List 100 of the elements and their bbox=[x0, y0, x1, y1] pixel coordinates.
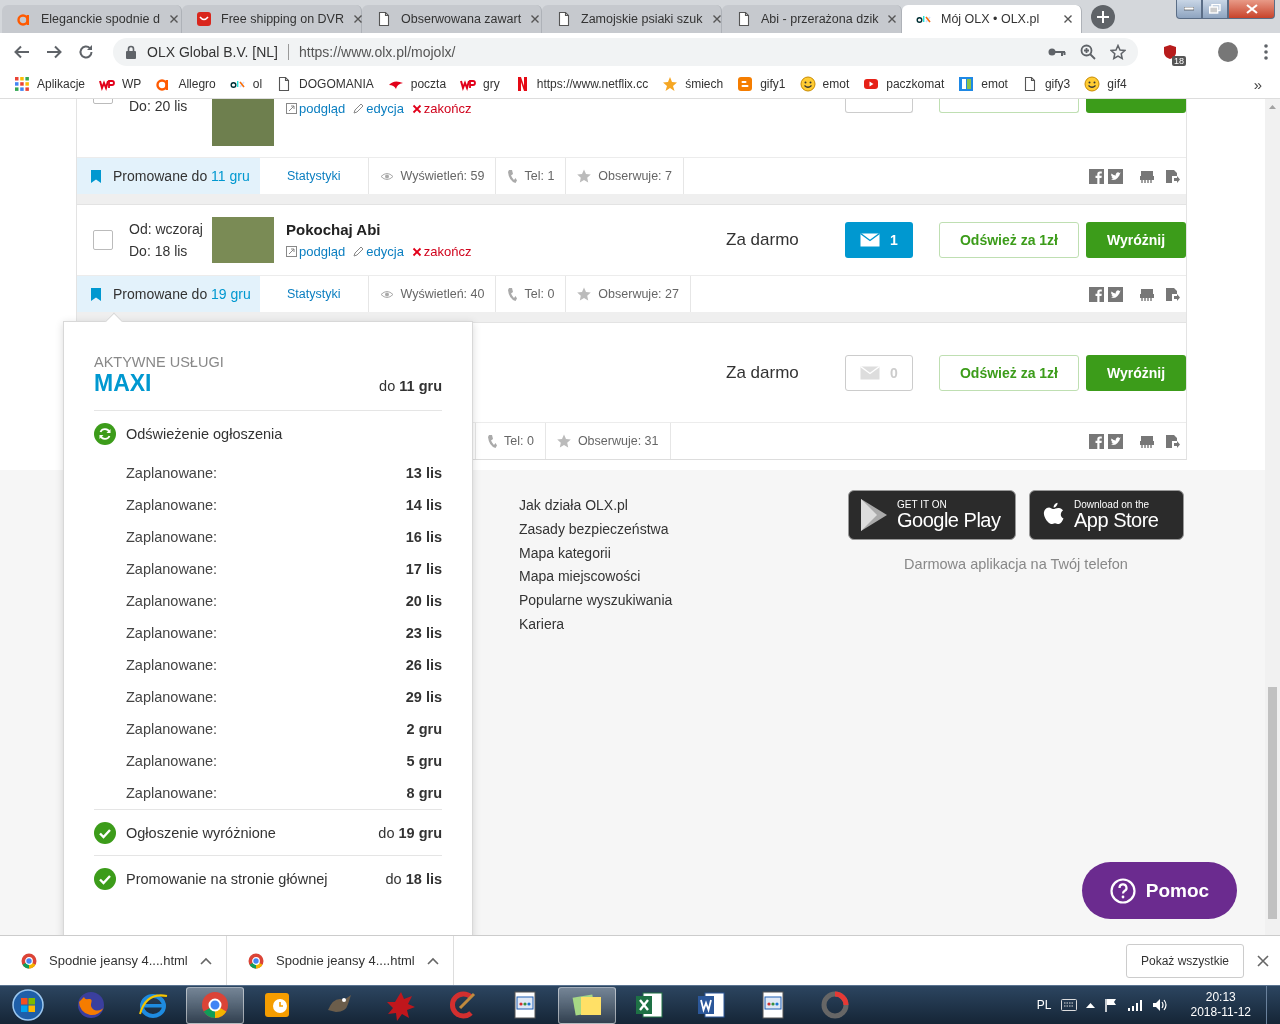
facebook-icon[interactable] bbox=[1089, 168, 1104, 184]
browser-tab[interactable]: Free shipping on DVR bbox=[182, 5, 362, 33]
clock-date[interactable]: 2018-11-12 bbox=[1190, 1005, 1251, 1020]
bookmark[interactable]: DOGOMANIA bbox=[299, 77, 374, 91]
more-bookmarks-button[interactable]: » bbox=[1253, 75, 1262, 93]
tab-title[interactable]: Eleganckie spodnie d bbox=[41, 12, 160, 26]
facebook-icon[interactable] bbox=[1089, 286, 1104, 302]
statistics-link[interactable]: Statystyki bbox=[271, 169, 357, 183]
refresh-button[interactable]: Odśwież za 1zł bbox=[939, 222, 1079, 258]
shield-icon[interactable] bbox=[1162, 43, 1178, 60]
highlight-button[interactable]: Wyróżnij bbox=[1086, 222, 1186, 258]
bookmark[interactable]: gify3 bbox=[1044, 77, 1071, 91]
footer-link[interactable]: Zasady bezpieczeństwa bbox=[519, 517, 848, 542]
new-tab-icon[interactable] bbox=[1090, 3, 1116, 30]
export-icon[interactable] bbox=[1165, 168, 1180, 184]
star-icon[interactable] bbox=[1110, 43, 1126, 60]
url-text[interactable]: https://www.olx.pl/mojolx/ bbox=[299, 43, 456, 60]
menu-icon[interactable] bbox=[1264, 43, 1268, 60]
tab-title[interactable]: Mój OLX • OLX.pl bbox=[941, 12, 1054, 26]
action-link[interactable]: podgląd bbox=[299, 101, 346, 116]
bookmark[interactable]: gry bbox=[483, 77, 500, 91]
signal-icon[interactable] bbox=[1126, 998, 1143, 1012]
clock-time[interactable]: 20:13 bbox=[1205, 990, 1236, 1005]
bookmark[interactable]: paczkomat bbox=[886, 77, 945, 91]
close-icon[interactable] bbox=[1257, 954, 1269, 967]
zoom-icon[interactable] bbox=[1080, 43, 1096, 60]
footer-link[interactable]: Jak działa OLX.pl bbox=[519, 494, 848, 518]
download-filename[interactable]: Spodnie jeansy 4....html bbox=[49, 953, 188, 968]
listing-title[interactable]: Pokochaj Abi bbox=[286, 221, 726, 238]
close-icon[interactable] bbox=[1063, 14, 1073, 24]
action-link[interactable]: edycja bbox=[366, 244, 404, 259]
taskbar-button[interactable] bbox=[186, 986, 244, 1024]
footer-link[interactable]: Kariera bbox=[519, 613, 848, 637]
bookmark[interactable]: gify1 bbox=[760, 77, 786, 91]
tab-title[interactable]: Zamojskie psiaki szuk bbox=[581, 12, 703, 26]
twitter-icon[interactable] bbox=[1108, 168, 1123, 184]
store-badge[interactable]: GET IT ON Google Play bbox=[848, 490, 1016, 540]
export-icon[interactable] bbox=[1165, 286, 1180, 302]
avatar[interactable] bbox=[1218, 41, 1238, 62]
keyboard-icon[interactable] bbox=[1060, 999, 1077, 1011]
browser-tab[interactable]: Abi - przerażona dzik bbox=[722, 5, 902, 33]
language-indicator[interactable]: PL bbox=[1036, 998, 1052, 1012]
taskbar-button[interactable] bbox=[558, 986, 616, 1024]
close-icon[interactable] bbox=[353, 14, 363, 24]
flag-icon[interactable] bbox=[1103, 998, 1118, 1012]
close-icon[interactable] bbox=[168, 14, 179, 24]
bookmark[interactable]: emot bbox=[981, 77, 1008, 91]
store-badge[interactable]: Download on the App Store bbox=[1029, 490, 1184, 540]
bookmark[interactable]: śmiech bbox=[685, 77, 724, 91]
export-icon[interactable] bbox=[1165, 433, 1180, 449]
twitter-icon[interactable] bbox=[1108, 286, 1123, 302]
footer-link[interactable]: Mapa kategorii bbox=[519, 541, 848, 566]
action-link[interactable]: zakończ bbox=[423, 101, 472, 116]
browser-tab[interactable]: Eleganckie spodnie d bbox=[2, 5, 182, 33]
scrollbar-thumb[interactable] bbox=[1268, 687, 1277, 919]
action-link[interactable]: edycja bbox=[366, 101, 404, 116]
help-button[interactable]: Pomoc bbox=[1082, 862, 1237, 919]
facebook-icon[interactable] bbox=[1089, 433, 1104, 449]
action-link[interactable]: zakończ bbox=[423, 244, 472, 259]
highlight-button[interactable]: Wyróżnij bbox=[1086, 354, 1186, 391]
bookmark[interactable]: poczta bbox=[410, 77, 447, 91]
tab-title[interactable]: Obserwowana zawart bbox=[401, 12, 522, 26]
print-icon[interactable] bbox=[1139, 434, 1155, 448]
close-button[interactable] bbox=[1228, 0, 1275, 19]
footer-link[interactable]: Popularne wyszukiwania bbox=[519, 589, 848, 613]
show-hidden-icon[interactable] bbox=[1085, 1002, 1095, 1008]
volume-icon[interactable] bbox=[1151, 998, 1168, 1012]
print-icon[interactable] bbox=[1139, 287, 1155, 301]
browser-tab[interactable]: Mój OLX • OLX.pl bbox=[902, 5, 1082, 33]
tab-title[interactable]: Free shipping on DVR bbox=[221, 12, 344, 26]
caret-icon[interactable] bbox=[200, 956, 212, 965]
maximize-button[interactable] bbox=[1202, 0, 1228, 19]
print-icon[interactable] bbox=[1139, 169, 1155, 183]
browser-tab[interactable]: Obserwowana zawart bbox=[362, 5, 542, 33]
bag-icon bbox=[196, 11, 212, 27]
checkbox[interactable] bbox=[93, 230, 113, 250]
show-all-button[interactable]: Pokaż wszystkie bbox=[1125, 943, 1244, 978]
bookmark[interactable]: emot bbox=[822, 77, 850, 91]
browser-tab[interactable]: Zamojskie psiaki szuk bbox=[542, 5, 722, 33]
minimize-button[interactable] bbox=[1176, 0, 1202, 19]
action-link[interactable]: podgląd bbox=[299, 244, 346, 259]
close-icon[interactable] bbox=[530, 14, 541, 24]
bookmark[interactable]: Aplikacje bbox=[37, 77, 86, 91]
refresh-button[interactable]: Odśwież za 1zł bbox=[939, 354, 1079, 391]
caret-icon[interactable] bbox=[427, 956, 439, 965]
bookmark[interactable]: WP bbox=[122, 77, 142, 91]
bookmark[interactable]: ol bbox=[252, 77, 263, 91]
bookmark[interactable]: https://www.netflix.cc bbox=[536, 77, 649, 91]
footer-link[interactable]: Mapa miejscowości bbox=[519, 565, 848, 590]
download-filename[interactable]: Spodnie jeansy 4....html bbox=[276, 953, 415, 968]
bookmark[interactable]: gif4 bbox=[1107, 77, 1127, 91]
close-icon[interactable] bbox=[887, 14, 898, 24]
bookmark[interactable]: Allegro bbox=[178, 77, 216, 91]
reload-icon[interactable] bbox=[77, 42, 95, 61]
scrollbar[interactable] bbox=[1265, 99, 1280, 935]
address-bar[interactable]: OLX Global B.V. [NL] https://www.olx.pl/mojolx/ bbox=[113, 37, 1138, 66]
twitter-icon[interactable] bbox=[1108, 433, 1123, 449]
statistics-link[interactable]: Statystyki bbox=[271, 287, 357, 301]
close-icon[interactable] bbox=[711, 14, 722, 24]
tab-title[interactable]: Abi - przerażona dzik bbox=[761, 12, 879, 26]
